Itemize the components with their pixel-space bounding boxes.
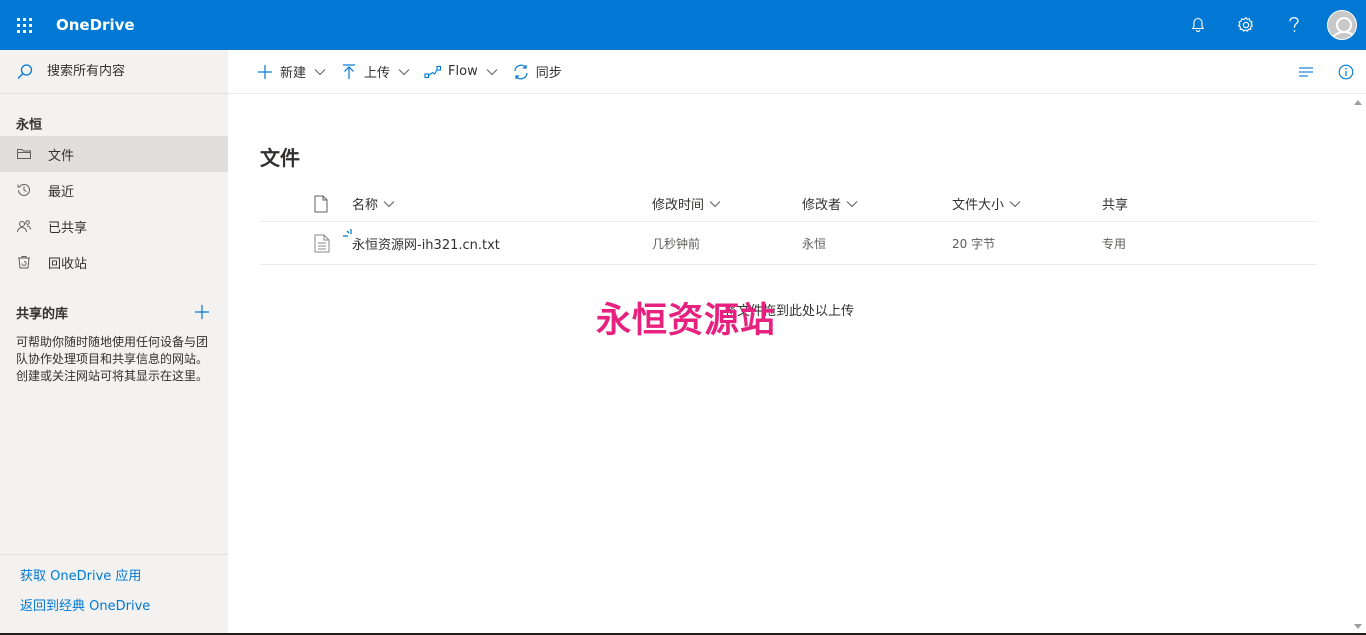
upload-label: 上传: [364, 66, 391, 81]
chevron-down-icon: [314, 68, 326, 75]
app-name[interactable]: OneDrive: [56, 16, 135, 34]
shared-libraries-description: 可帮助你随时随地使用任何设备与团队协作处理项目和共享信息的网站。创建或关注网站可…: [16, 335, 209, 383]
list-header: 名称 修改时间 修改者 文件大小 共享: [260, 186, 1317, 222]
view-options-button[interactable]: [1286, 50, 1326, 94]
column-header-label: 文件大小: [952, 198, 1005, 213]
file-name-link[interactable]: 永恒资源网-ih321.cn.txt: [352, 234, 500, 253]
app-launcher-button[interactable]: [0, 0, 48, 50]
waffle-icon: [16, 17, 32, 33]
column-header-label: 修改时间: [652, 198, 705, 213]
bell-icon: [1191, 17, 1205, 33]
plus-icon: [258, 64, 272, 79]
file-type-column-header[interactable]: [260, 195, 352, 213]
modified-column-header[interactable]: 修改时间: [652, 194, 802, 213]
new-button[interactable]: 新建: [256, 50, 326, 94]
nav-item-label: 已共享: [48, 220, 88, 236]
file-type-cell: [260, 234, 352, 253]
nav-item-shared[interactable]: 已共享: [0, 208, 228, 244]
nav-item-recycle-bin[interactable]: 回收站: [0, 244, 228, 280]
notifications-button[interactable]: [1174, 0, 1222, 50]
column-header-label: 修改者: [802, 198, 842, 213]
vertical-scrollbar[interactable]: [1350, 94, 1366, 635]
nav-item-label: 文件: [48, 148, 75, 164]
sync-icon: [514, 64, 528, 79]
recent-icon: [16, 182, 32, 198]
flow-button[interactable]: Flow: [424, 50, 498, 94]
account-button[interactable]: [1318, 0, 1366, 50]
modified-cell: 几秒钟前: [652, 236, 701, 251]
shared-icon: [16, 218, 32, 234]
sync-button[interactable]: 同步: [512, 50, 562, 94]
modified-by-column-header[interactable]: 修改者: [802, 194, 952, 213]
flow-icon: [424, 65, 442, 78]
chevron-down-icon: [709, 200, 721, 207]
nav-group-title: 永恒: [16, 117, 43, 133]
new-label: 新建: [280, 66, 307, 81]
suite-bar: OneDrive: [0, 0, 1366, 50]
size-cell: 20 字节: [952, 236, 996, 251]
view-controls: [1286, 50, 1366, 94]
file-list: 名称 修改时间 修改者 文件大小 共享 永恒资源网-ih321.cn.txt 几…: [260, 186, 1317, 265]
command-bar: 新建 上传 Flow 同步: [228, 50, 1366, 94]
avatar: [1327, 10, 1357, 40]
nav-item-files[interactable]: 文件: [0, 136, 228, 172]
get-app-link[interactable]: 获取 OneDrive 应用: [20, 567, 228, 597]
scroll-up-icon[interactable]: [1354, 100, 1362, 105]
plus-icon: [195, 305, 209, 319]
left-nav-footer: 获取 OneDrive 应用 返回到经典 OneDrive: [0, 554, 228, 635]
column-header-label: 名称: [352, 198, 379, 213]
gear-icon: [1237, 16, 1254, 32]
suite-actions: [1174, 0, 1366, 50]
search-box: [0, 50, 228, 94]
size-column-header[interactable]: 文件大小: [952, 194, 1102, 213]
column-header-label: 共享: [1102, 198, 1129, 213]
left-nav: 永恒 文件 最近 已共享 回收站 共享的库 可帮助你随时随地使用任何设备与团队协…: [0, 50, 228, 635]
settings-button[interactable]: [1222, 0, 1270, 50]
classic-onedrive-link[interactable]: 返回到经典 OneDrive: [20, 597, 228, 627]
chevron-down-icon: [398, 68, 410, 75]
scroll-down-icon[interactable]: [1354, 624, 1362, 629]
info-icon: [1338, 64, 1354, 80]
nav-item-label: 最近: [48, 184, 75, 200]
flow-label: Flow: [448, 64, 478, 79]
sharing-column-header[interactable]: 共享: [1102, 194, 1217, 213]
text-file-icon: [314, 234, 330, 252]
watermark: 永恒资源站: [596, 301, 777, 341]
drop-zone-hint: 将文件拖到此处以上传: [723, 304, 854, 319]
help-button[interactable]: [1270, 0, 1318, 50]
modified-by-cell: 永恒: [802, 236, 827, 251]
shared-libraries-title: 共享的库: [16, 306, 69, 322]
list-view-icon: [1299, 67, 1313, 77]
details-pane-button[interactable]: [1326, 50, 1366, 94]
page-title: 文件: [260, 146, 300, 170]
chevron-down-icon: [383, 200, 395, 207]
nav-item-recent[interactable]: 最近: [0, 172, 228, 208]
search-input[interactable]: [47, 64, 217, 79]
search-icon: [17, 63, 33, 79]
add-library-button[interactable]: [192, 302, 212, 322]
chevron-down-icon: [486, 68, 498, 75]
help-icon: [1289, 16, 1299, 32]
upload-icon: [343, 63, 356, 79]
sharing-cell: 专用: [1102, 236, 1127, 251]
nav-item-label: 回收站: [48, 256, 88, 272]
main-content: 文件 名称 修改时间 修改者 文件大小 共享 永恒资源网-ih321.cn.tx…: [228, 94, 1350, 635]
shared-libraries-header: 共享的库: [0, 290, 228, 334]
chevron-down-icon: [1009, 200, 1021, 207]
file-name-cell[interactable]: 永恒资源网-ih321.cn.txt: [343, 228, 652, 253]
recycle-bin-icon: [16, 254, 32, 270]
upload-button[interactable]: 上传: [340, 50, 410, 94]
sync-label: 同步: [535, 66, 562, 81]
chevron-down-icon: [846, 200, 858, 207]
document-icon: [314, 195, 328, 212]
name-column-header[interactable]: 名称: [352, 194, 652, 213]
table-row[interactable]: 永恒资源网-ih321.cn.txt 几秒钟前 永恒 20 字节 专用: [260, 222, 1317, 265]
new-item-icon: [343, 228, 352, 237]
folder-icon: [16, 146, 32, 162]
